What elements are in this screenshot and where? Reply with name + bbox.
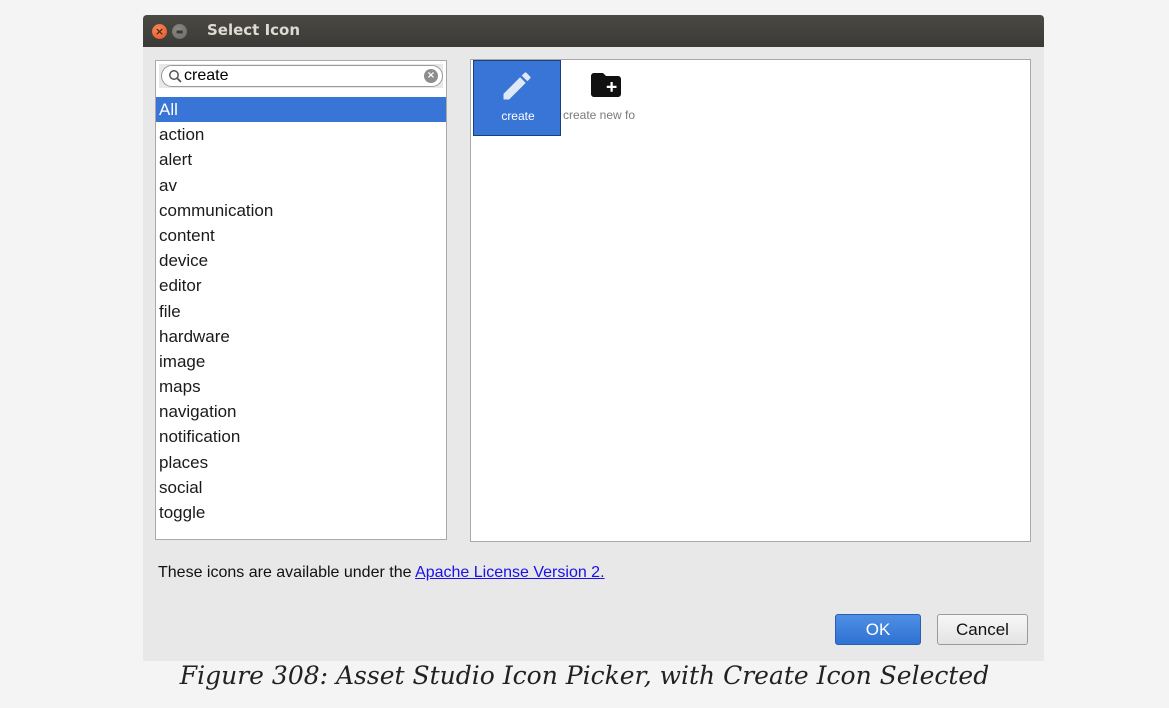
close-window-button[interactable]: ×: [152, 24, 167, 39]
icon-tile-create[interactable]: create: [473, 60, 561, 136]
select-icon-dialog: × ▬ Select Icon × Allactionalertavcommun…: [143, 15, 1044, 661]
title-bar: × ▬ Select Icon: [143, 15, 1044, 47]
category-item-communication[interactable]: communication: [156, 198, 446, 223]
icon-tile-create-new-folder[interactable]: create new fo: [563, 60, 651, 136]
figure-caption: Figure 308: Asset Studio Icon Picker, wi…: [179, 661, 990, 690]
category-item-image[interactable]: image: [156, 349, 446, 374]
category-item-maps[interactable]: maps: [156, 374, 446, 399]
category-item-file[interactable]: file: [156, 299, 446, 324]
category-panel: × Allactionalertavcommunicationcontentde…: [155, 60, 447, 540]
icon-grid: create create new fo: [470, 59, 1031, 542]
icon-label: create new fo: [563, 108, 636, 122]
search-input[interactable]: [184, 67, 414, 85]
category-list: All action alert av communication content devi…: [156, 97, 446, 525]
category-item-navigation[interactable]: navigation: [156, 399, 446, 424]
license-link[interactable]: Apache License Version 2.: [415, 564, 604, 581]
category-item-content[interactable]: content: [156, 223, 446, 248]
search-icon: [169, 70, 182, 83]
category-item-editor[interactable]: editor: [156, 273, 446, 298]
pencil-icon: [503, 72, 531, 100]
category-item-All[interactable]: All: [156, 97, 446, 123]
minimize-window-button[interactable]: ▬: [172, 24, 187, 39]
category-item-social[interactable]: social: [156, 475, 446, 500]
category-item-action[interactable]: action: [156, 122, 446, 147]
window-title: Select Icon: [207, 21, 301, 39]
ok-button[interactable]: OK: [835, 614, 921, 645]
category-item-places[interactable]: places: [156, 450, 446, 475]
search-field[interactable]: ×: [161, 65, 443, 87]
category-item-toggle[interactable]: toggle: [156, 500, 446, 525]
category-item-device[interactable]: device: [156, 248, 446, 273]
search-bar: ×: [159, 64, 443, 88]
category-item-av[interactable]: av: [156, 173, 446, 198]
clear-search-icon[interactable]: ×: [424, 69, 438, 83]
create-new-folder-icon: [591, 73, 621, 97]
category-item-hardware[interactable]: hardware: [156, 324, 446, 349]
license-text: These icons are available under the: [158, 564, 416, 581]
category-item-alert[interactable]: alert: [156, 147, 446, 172]
license-note: These icons are available under the Apac…: [158, 564, 605, 582]
cancel-button[interactable]: Cancel: [937, 614, 1028, 645]
category-item-notification[interactable]: notification: [156, 424, 446, 449]
icon-label: create: [501, 109, 535, 123]
